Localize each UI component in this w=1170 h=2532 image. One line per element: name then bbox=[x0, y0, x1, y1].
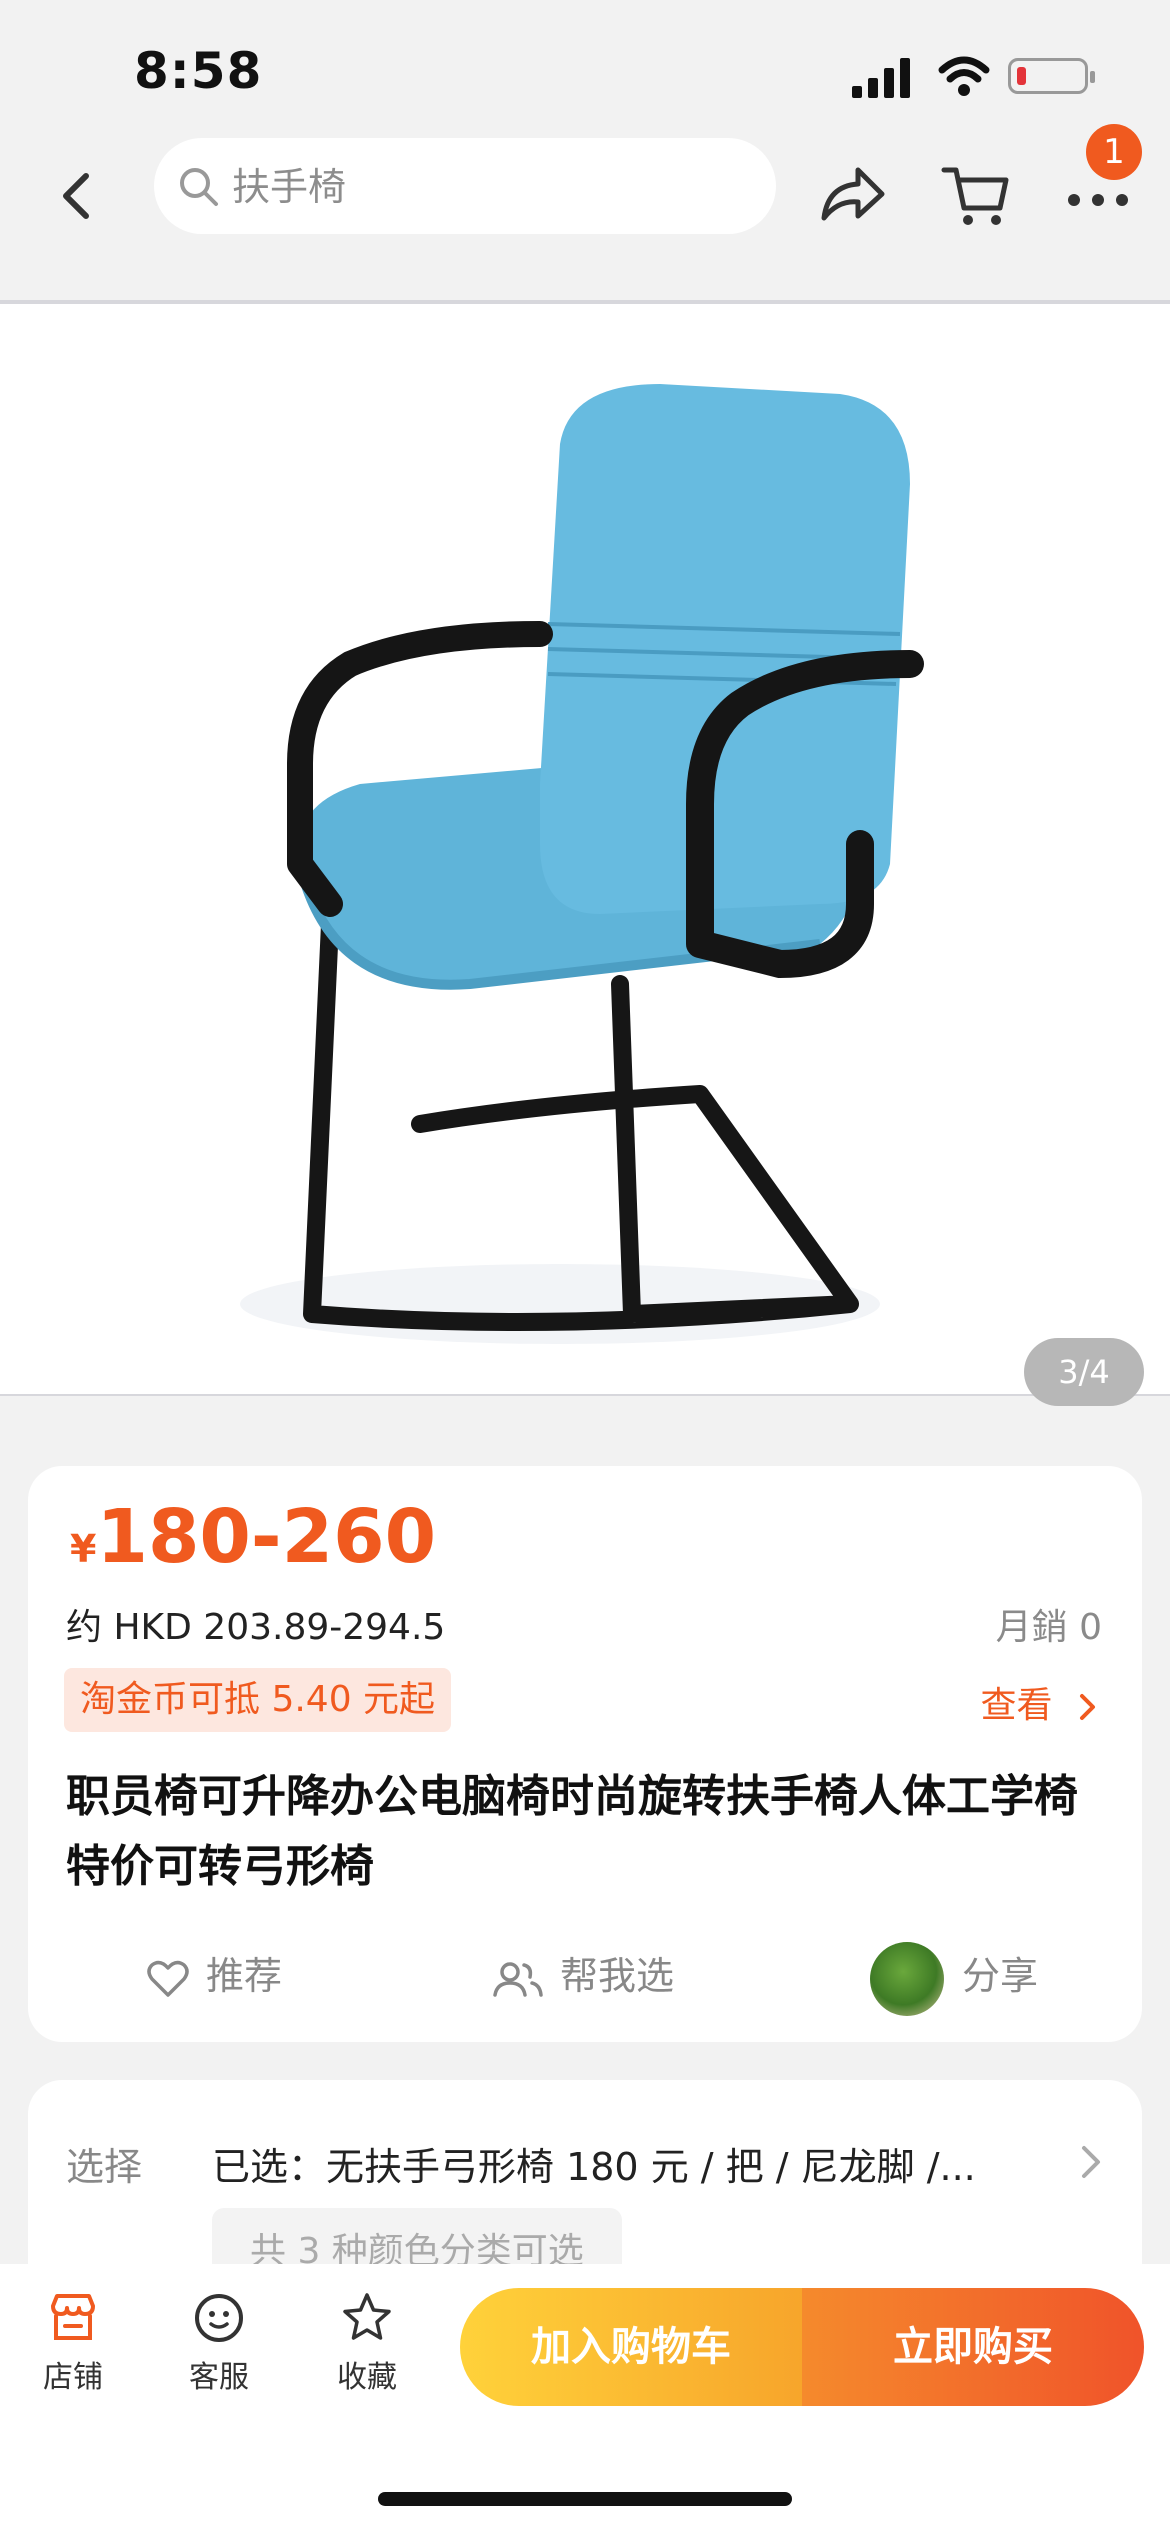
image-page-indicator: 3/4 bbox=[1024, 1338, 1144, 1406]
product-info-card: ¥180-260 约 HKD 203.89-294.5 月銷 0 淘金币可抵 5… bbox=[28, 1466, 1142, 2042]
cellular-signal-icon bbox=[852, 58, 910, 98]
status-bar: 8:58 bbox=[0, 0, 1170, 140]
customer-service-tab[interactable]: 客服 bbox=[164, 2290, 274, 2410]
back-icon[interactable] bbox=[48, 166, 108, 226]
cart-icon[interactable] bbox=[936, 156, 1016, 236]
customer-service-icon bbox=[195, 2294, 243, 2342]
recommend-label: 推荐 bbox=[206, 1954, 283, 1998]
recommend-button[interactable]: 推荐 bbox=[146, 1936, 282, 2016]
status-time: 8:58 bbox=[134, 42, 263, 100]
price-currency: ¥ bbox=[70, 1527, 97, 1571]
wifi-icon bbox=[938, 56, 990, 96]
share-label: 分享 bbox=[962, 1954, 1039, 1998]
top-nav-bar bbox=[0, 130, 1170, 260]
share-icon[interactable] bbox=[812, 156, 892, 236]
help-choose-label: 帮我选 bbox=[560, 1954, 675, 1998]
favorite-tab[interactable]: 收藏 bbox=[312, 2290, 422, 2410]
heart-icon bbox=[147, 1960, 189, 1997]
product-image-chair bbox=[240, 384, 924, 1344]
coin-coupon-badge[interactable]: 淘金币可抵 5.40 元起 bbox=[64, 1668, 452, 1732]
product-price: ¥180-260 bbox=[70, 1494, 436, 1580]
search-bar[interactable] bbox=[154, 138, 776, 234]
battery-icon bbox=[1008, 58, 1095, 94]
monthly-sales: 月銷 0 bbox=[995, 1607, 1102, 1648]
product-title: 职员椅可升降办公电脑椅时尚旋转扶手椅人体工学椅特价可转弓形椅 bbox=[66, 1771, 1078, 1892]
store-tab[interactable]: 店铺 bbox=[18, 2290, 128, 2410]
spec-label: 选择 bbox=[66, 2145, 143, 2189]
share-button[interactable]: 分享 bbox=[870, 1936, 1038, 2016]
customer-service-label: 客服 bbox=[189, 2360, 249, 2395]
chevron-right-icon bbox=[1080, 1694, 1095, 1720]
price-value: 180-260 bbox=[96, 1494, 437, 1580]
star-icon bbox=[343, 2293, 391, 2340]
price-hkd: 约 HKD 203.89-294.5 bbox=[66, 1607, 446, 1648]
store-icon bbox=[51, 2294, 95, 2340]
view-label: 查看 bbox=[980, 1685, 1053, 1726]
notification-badge: 1 bbox=[1086, 124, 1142, 180]
search-input[interactable] bbox=[230, 154, 754, 220]
help-choose-button[interactable]: 帮我选 bbox=[492, 1936, 674, 2016]
home-indicator bbox=[378, 2492, 792, 2506]
view-coupon-link[interactable]: 查看 bbox=[981, 1676, 1100, 1728]
chevron-right-icon[interactable] bbox=[1076, 2142, 1106, 2182]
favorite-label: 收藏 bbox=[337, 2360, 397, 2395]
users-icon bbox=[493, 1961, 543, 1997]
avatar bbox=[870, 1941, 944, 2016]
spec-selected-value: 已选：无扶手弓形椅 180 元 / 把 / 尼龙脚 /... bbox=[212, 2145, 976, 2189]
search-icon bbox=[180, 168, 218, 206]
store-label: 店铺 bbox=[43, 2360, 103, 2395]
buy-now-button[interactable]: 立即购买 bbox=[802, 2288, 1144, 2406]
add-to-cart-button[interactable]: 加入购物车 bbox=[460, 2288, 802, 2406]
product-image-gallery[interactable]: 3/4 bbox=[0, 300, 1170, 1406]
